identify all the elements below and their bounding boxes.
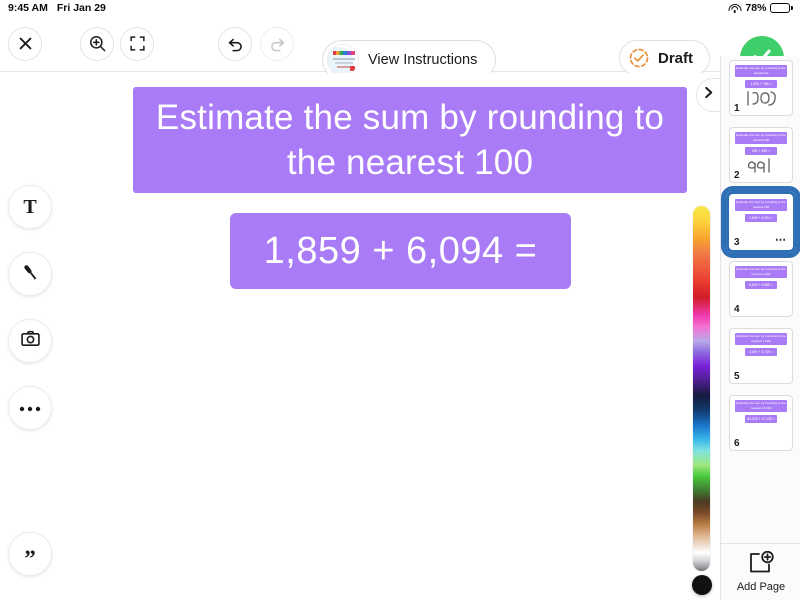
camera-icon [20, 328, 41, 354]
add-page-label: Add Page [736, 581, 786, 593]
equation-text: 1,859 + 6,094 = [263, 229, 538, 272]
wifi-icon [728, 3, 742, 13]
view-instructions-label: View Instructions [368, 52, 478, 68]
page-thumb-number: 3 [734, 237, 740, 248]
microphone-tool-button[interactable] [8, 252, 52, 296]
page-thumb-prompt: Estimate the sum by rounding to the near… [735, 400, 787, 412]
page-thumb-prompt: Estimate the sum by rounding to the near… [735, 199, 787, 211]
pages-panel: Estimate the sum by rounding to the near… [720, 56, 800, 600]
page-thumb-ink [747, 91, 776, 106]
top-toolbar: View Instructions Draft [0, 16, 800, 80]
left-tool-rail: T [8, 185, 52, 430]
page-thumb-equation: 552 + 489 = [745, 147, 777, 155]
add-page-button[interactable]: Add Page [721, 543, 800, 600]
page-thumb-equation: 84,028 + 17,139 = [745, 415, 777, 423]
prompt-text-box[interactable]: Estimate the sum by rounding to the near… [133, 87, 687, 193]
camera-tool-button[interactable] [8, 319, 52, 363]
page-thumb-number: 1 [734, 103, 740, 114]
redo-button[interactable] [260, 26, 294, 61]
page-thumb-number: 2 [734, 170, 740, 181]
fit-to-screen-button[interactable] [120, 26, 154, 61]
worksheet-thumbnail-icon [327, 44, 359, 76]
quote-icon: ” [24, 546, 36, 571]
page-thumb-prompt: Estimate the sum by rounding to the near… [735, 333, 787, 345]
text-tool-button[interactable]: T [8, 185, 52, 229]
undo-button[interactable] [218, 26, 252, 61]
equation-text-box[interactable]: 1,859 + 6,094 = [230, 213, 571, 289]
page-thumbnail-5[interactable]: Estimate the sum by rounding to the near… [729, 328, 793, 384]
draft-check-icon [628, 47, 650, 69]
page-thumb-ink [747, 158, 770, 173]
add-page-icon [748, 550, 775, 577]
pen-tray [150, 593, 570, 600]
page-thumb-equation: 1,859 + 6,094 = [745, 214, 777, 222]
status-bar-right: 78% [728, 2, 800, 14]
page-thumb-prompt: Estimate the sum by rounding to the near… [735, 266, 787, 278]
page-thumb-equation: 4,897 + 4,729 = [745, 348, 777, 356]
zoom-in-button[interactable] [80, 26, 114, 61]
pages-list[interactable]: Estimate the sum by rounding to the near… [721, 56, 800, 543]
close-button[interactable] [8, 26, 42, 61]
page-thumb-number: 6 [734, 438, 740, 449]
page-thumb-number: 5 [734, 371, 740, 382]
app-root: 9:45 AM Fri Jan 29 78% View Instructions… [0, 0, 800, 600]
worksheet-canvas[interactable]: Estimate the sum by rounding to the near… [0, 73, 720, 600]
page-thumb-number: 4 [734, 304, 740, 315]
toolbar-left-group [8, 26, 294, 61]
quote-tool-button[interactable]: ” [8, 532, 52, 576]
battery-percent-label: 78% [745, 2, 767, 14]
page-thumbnail-1[interactable]: Estimate the sum by rounding to the near… [729, 60, 793, 116]
prompt-text: Estimate the sum by rounding to the near… [155, 98, 665, 182]
page-thumb-equation: 6,603 + 5,885 = [745, 281, 777, 289]
text-icon: T [23, 195, 37, 218]
more-tools-button[interactable] [8, 386, 52, 430]
color-gradient-strip[interactable] [693, 206, 710, 571]
status-bar-left: 9:45 AM Fri Jan 29 [0, 2, 106, 14]
page-thumbnail-2[interactable]: Estimate the sum by rounding to the near… [729, 127, 793, 183]
microphone-icon [20, 262, 40, 287]
page-thumb-prompt: Estimate the sum by rounding to the near… [735, 65, 787, 77]
page-thumb-equation: 1,404 + 766 = [745, 80, 777, 88]
page-thumbnail-4[interactable]: Estimate the sum by rounding to the near… [729, 261, 793, 317]
page-thumbnail-3[interactable]: Estimate the sum by rounding to the near… [721, 186, 800, 258]
page-thumb-prompt: Estimate the sum by rounding to the near… [735, 132, 787, 144]
draft-label: Draft [657, 49, 693, 67]
status-time: 9:45 AM [8, 2, 48, 14]
page-options-ellipsis-icon[interactable]: ⋯ [775, 235, 787, 246]
status-bar: 9:45 AM Fri Jan 29 78% [0, 0, 800, 16]
draft-status-button[interactable]: Draft [618, 40, 710, 76]
ellipsis-icon [19, 399, 41, 417]
selected-color-swatch[interactable] [692, 575, 712, 595]
page-thumbnail-6[interactable]: Estimate the sum by rounding to the near… [729, 395, 793, 451]
battery-icon [770, 3, 793, 13]
chevron-right-icon [703, 86, 714, 104]
status-date: Fri Jan 29 [56, 2, 106, 14]
